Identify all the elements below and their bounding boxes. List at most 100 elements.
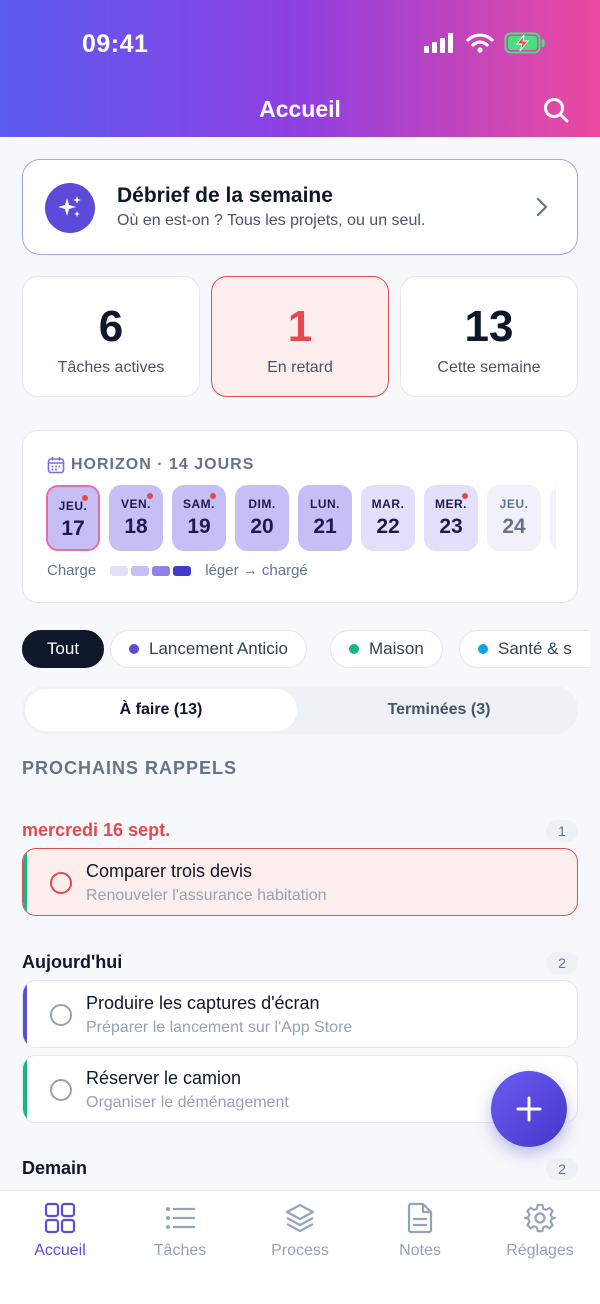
stat-value: 1: [287, 302, 313, 351]
filter-chip-project[interactable]: Santé & s: [459, 630, 590, 668]
project-accent: [23, 849, 27, 915]
project-color-dot: [478, 644, 488, 654]
tab-label: Process: [271, 1242, 329, 1259]
group-count: 2: [546, 1158, 578, 1180]
segment-done[interactable]: Terminées (3): [303, 689, 575, 731]
complete-checkbox[interactable]: [50, 1004, 72, 1026]
day-number: 21: [313, 515, 337, 538]
calendar-icon: [47, 457, 65, 474]
filter-chip-all[interactable]: Tout: [22, 630, 104, 668]
day-cell[interactable]: JEU. 24: [487, 485, 541, 551]
stat-active-tasks[interactable]: 6 Tâches actives: [22, 276, 200, 397]
day-cell[interactable]: JEU. 17: [46, 485, 100, 551]
day-cell[interactable]: MAR. 22: [361, 485, 415, 551]
alert-dot: [210, 493, 216, 499]
plus-icon: [516, 1096, 542, 1122]
tab-settings[interactable]: Réglages: [480, 1201, 600, 1260]
signal-icon: [424, 33, 453, 53]
day-name: JEU.: [58, 499, 88, 513]
search-button[interactable]: [542, 96, 570, 124]
document-icon: [407, 1202, 433, 1234]
day-cell[interactable]: SAM. 19: [172, 485, 226, 551]
project-color-dot: [129, 644, 139, 654]
day-cell[interactable]: VEN. 18: [109, 485, 163, 551]
day-number: 19: [187, 515, 211, 538]
load-swatch: [173, 565, 192, 576]
day-name: SAM.: [183, 497, 215, 511]
task-title: Réserver le camion: [86, 1068, 242, 1088]
stat-overdue[interactable]: 1 En retard: [211, 276, 389, 397]
debrief-subtitle: Où en est-on ? Tous les projets, ou un s…: [117, 212, 426, 229]
chip-label: Lancement Anticio: [149, 639, 288, 658]
tab-notes[interactable]: Notes: [360, 1201, 480, 1260]
segment-todo[interactable]: À faire (13): [25, 689, 297, 731]
legend-label: Charge: [47, 562, 97, 579]
project-filters: Tout Lancement Anticio Maison Santé & s: [22, 630, 600, 670]
layers-icon: [285, 1203, 315, 1233]
task-row[interactable]: Produire les captures d'écran Préparer l…: [22, 980, 578, 1048]
project-accent: [23, 981, 27, 1047]
task-title: Produire les captures d'écran: [86, 993, 320, 1013]
status-segmented-control: À faire (13) Terminées (3): [22, 686, 578, 734]
search-icon: [544, 98, 569, 123]
stat-label: Cette semaine: [437, 359, 541, 376]
bottom-tab-bar: Accueil Tâches Process Notes Réglages: [0, 1190, 600, 1304]
weekly-debrief-card[interactable]: Débrief de la semaine Où en est-on ? Tou…: [22, 159, 578, 255]
stat-label: En retard: [267, 359, 333, 376]
task-project: Préparer le lancement sur l'App Store: [86, 1019, 353, 1036]
day-cell[interactable]: MER. 23: [424, 485, 478, 551]
tab-home[interactable]: Accueil: [0, 1201, 120, 1260]
stat-label: Tâches actives: [57, 359, 165, 376]
add-task-button[interactable]: [491, 1071, 567, 1147]
tab-label: Réglages: [506, 1242, 574, 1259]
task-project: Renouveler l'assurance habitation: [86, 887, 327, 904]
group-count: 2: [546, 952, 578, 974]
group-header-date: mercredi 16 sept.: [22, 820, 171, 840]
filter-chip-project[interactable]: Maison: [330, 630, 443, 668]
status-time: 09:41: [82, 30, 149, 58]
tab-label: Accueil: [34, 1242, 86, 1259]
legend-range: léger → chargé: [205, 562, 308, 579]
horizon-title: HORIZON · 14 JOURS: [71, 456, 255, 473]
day-name: LUN.: [310, 497, 340, 511]
day-cell[interactable]: LUN. 21: [298, 485, 352, 551]
filter-chip-project[interactable]: Lancement Anticio: [110, 630, 307, 668]
task-title: Comparer trois devis: [86, 861, 253, 881]
stat-value: 13: [464, 302, 514, 351]
task-row[interactable]: Comparer trois devis Renouveler l'assura…: [22, 848, 578, 916]
day-cell-partial[interactable]: [550, 485, 556, 551]
group-header-tomorrow: Demain: [22, 1158, 88, 1178]
chip-label: Maison: [369, 639, 424, 658]
complete-checkbox[interactable]: [50, 1079, 72, 1101]
day-number: 17: [61, 517, 85, 540]
day-name: VEN.: [120, 497, 151, 511]
app-header: 09:41 Accueil: [0, 0, 600, 137]
gear-icon: [524, 1203, 556, 1233]
chip-label: Tout: [46, 639, 80, 658]
day-name: DIM.: [248, 497, 276, 511]
tab-process[interactable]: Process: [240, 1201, 360, 1260]
day-number: 24: [502, 515, 526, 538]
load-swatch: [110, 565, 129, 576]
day-name: MER.: [435, 497, 467, 511]
section-title: PROCHAINS RAPPELS: [22, 758, 238, 778]
debrief-title: Débrief de la semaine: [117, 184, 333, 207]
load-swatch: [152, 565, 171, 576]
stat-this-week[interactable]: 13 Cette semaine: [400, 276, 578, 397]
project-accent: [23, 1056, 27, 1122]
horizon-header: HORIZON · 14 JOURS: [47, 456, 254, 474]
alert-dot: [147, 493, 153, 499]
tab-label: Tâches: [153, 1242, 207, 1259]
load-swatch: [131, 565, 150, 576]
alert-dot: [82, 495, 88, 501]
day-cell[interactable]: DIM. 20: [235, 485, 289, 551]
grid-icon: [44, 1202, 76, 1234]
alert-dot: [462, 493, 468, 499]
sparkles-icon: [45, 183, 95, 233]
horizon-days: JEU. 17 VEN. 18 SAM. 19 DIM. 20 LUN. 21 MAR. 2…: [46, 485, 556, 551]
project-color-dot: [349, 644, 359, 654]
day-name: MAR.: [371, 497, 405, 511]
tab-tasks[interactable]: Tâches: [120, 1201, 240, 1260]
complete-checkbox[interactable]: [50, 872, 72, 894]
group-header-today: Aujourd'hui: [22, 952, 123, 972]
